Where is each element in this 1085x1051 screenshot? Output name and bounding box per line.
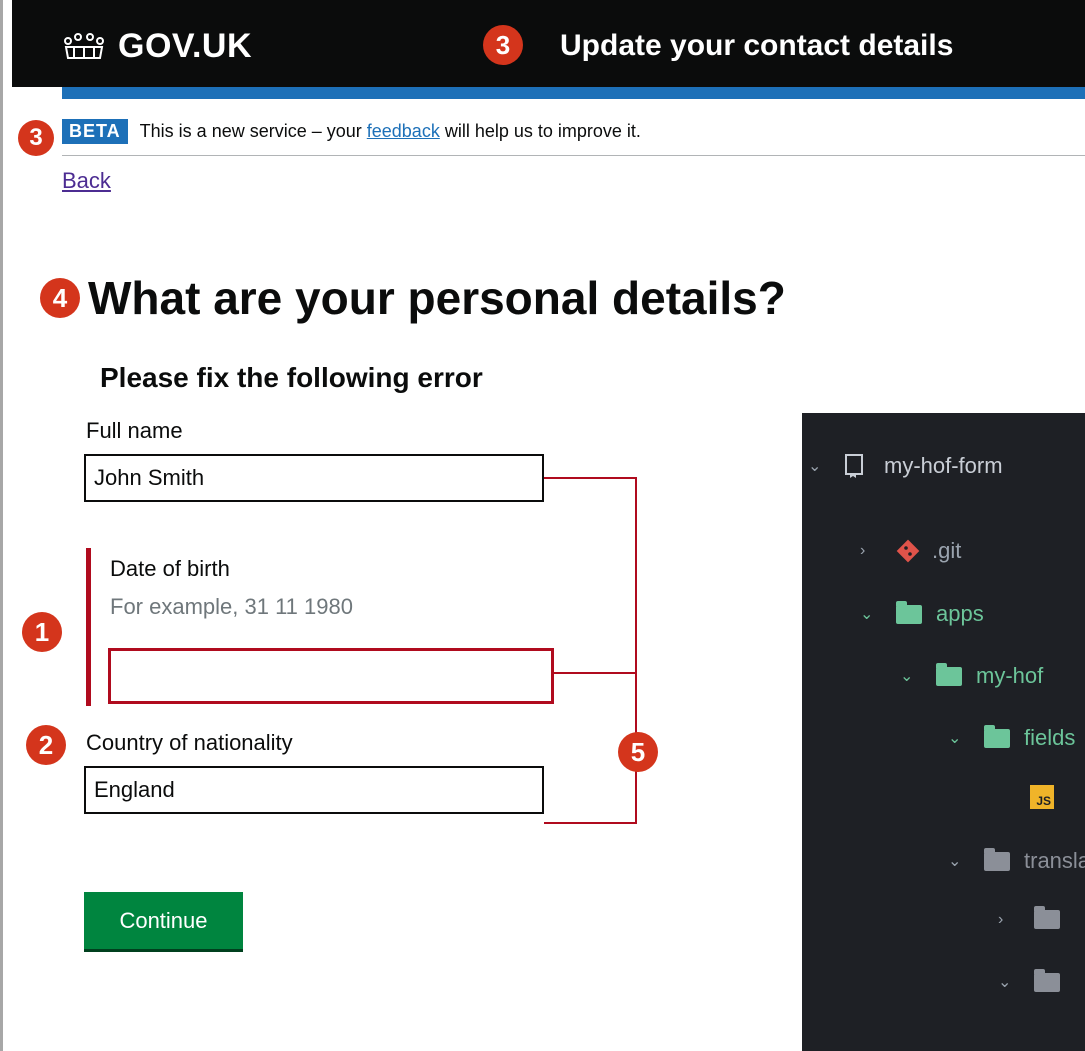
error-summary-heading: Please fix the following error [100, 362, 483, 393]
tree-item-fields[interactable]: ⌄ fields [948, 724, 1076, 751]
header-blue-stripe [62, 87, 1085, 99]
date-of-birth-hint: For example, 31 11 1980 [110, 594, 353, 619]
tree-item-js-file[interactable]: JS [1030, 785, 1068, 809]
chevron-down-icon: ⌄ [808, 458, 822, 475]
crown-icon [64, 33, 104, 59]
annotation-badge-header: 3 [483, 25, 523, 65]
tree-item-label: apps [936, 601, 984, 626]
tree-item-subfolder[interactable]: ⌄ [998, 968, 1074, 992]
logo-text: GOV.UK [118, 26, 253, 65]
annotation-badge-phase: 3 [18, 120, 54, 156]
back-link[interactable]: Back [62, 168, 111, 194]
folder-icon [1034, 968, 1060, 992]
tree-item-label: translations [1024, 848, 1085, 873]
phase-text: This is a new service – your feedback wi… [140, 121, 641, 142]
git-icon [896, 539, 920, 563]
full-name-label: Full name [86, 418, 183, 443]
tree-item-app[interactable]: ⌄ my-hof [900, 662, 1044, 689]
bracket-line-top [544, 477, 637, 479]
page-title: What are your personal details? [88, 272, 786, 324]
chevron-down-icon: ⌄ [860, 606, 874, 623]
tree-item-label: my-hof-form [884, 453, 1003, 478]
phase-banner-divider [62, 155, 1085, 156]
phase-text-before: This is a new service – your [139, 120, 367, 141]
annotation-badge-nationality: 2 [26, 725, 66, 765]
javascript-file-icon: JS [1030, 785, 1054, 809]
folder-icon [1034, 906, 1060, 929]
beta-tag: BETA [62, 118, 128, 144]
service-name[interactable]: Update your contact details [560, 24, 953, 68]
tree-item-label: my-hof [976, 663, 1044, 688]
annotation-badge-fields: 5 [618, 732, 658, 772]
feedback-link[interactable]: feedback [367, 121, 440, 141]
nationality-input[interactable]: England [84, 766, 544, 814]
chevron-right-icon: › [998, 910, 1004, 928]
folder-icon [984, 724, 1010, 748]
folder-icon [936, 662, 962, 686]
govuk-logo[interactable]: GOV.UK [62, 24, 252, 68]
date-of-birth-label: Date of birth [110, 556, 230, 581]
tree-item-git[interactable]: › .git [860, 538, 961, 564]
bracket-line-bottom [544, 822, 637, 824]
annotation-badge-error: 1 [22, 612, 62, 652]
chevron-down-icon: ⌄ [998, 974, 1012, 991]
tree-item-label: fields [1024, 725, 1076, 750]
tree-item-root[interactable]: ⌄ my-hof-form [808, 453, 1003, 479]
page-left-rule [0, 0, 3, 1051]
chevron-down-icon: ⌄ [900, 668, 914, 685]
tree-item-translations[interactable]: ⌄ translations [948, 847, 1085, 874]
annotation-badge-title: 4 [40, 278, 80, 318]
folder-icon [984, 847, 1010, 871]
folder-icon [896, 600, 922, 624]
error-indicator-bar [86, 548, 91, 706]
continue-button[interactable]: Continue [84, 892, 243, 949]
phase-text-after: will help us to improve it. [439, 120, 641, 141]
repo-book-icon [845, 454, 863, 478]
bracket-line-middle [554, 672, 637, 674]
chevron-right-icon: › [860, 542, 866, 559]
chevron-down-icon: ⌄ [948, 730, 962, 747]
phase-banner: BETA This is a new service – your feedba… [62, 112, 1085, 150]
tree-item-label: .git [932, 538, 962, 563]
file-tree-panel: ⌄ my-hof-form › .git ⌄ apps ⌄ my-hof ⌄ f… [802, 413, 1085, 1051]
tree-item-subfolder[interactable]: › [998, 906, 1074, 929]
nationality-label: Country of nationality [86, 730, 293, 755]
chevron-down-icon: ⌄ [948, 853, 962, 870]
full-name-input[interactable]: John Smith [84, 454, 544, 502]
date-of-birth-input[interactable] [108, 648, 554, 704]
tree-item-apps[interactable]: ⌄ apps [860, 600, 984, 627]
